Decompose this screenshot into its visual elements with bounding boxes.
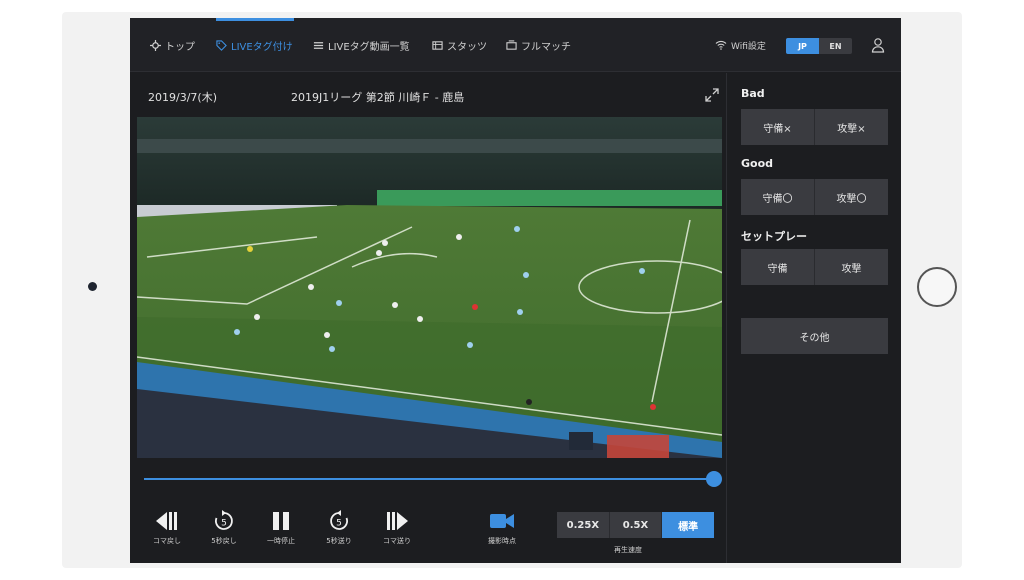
speed-025x-button[interactable]: 0.25X [557,512,610,538]
match-video-frame [137,117,722,458]
good-tag-row: 守備〇 攻撃〇 [741,179,888,215]
frame-forward-icon [387,512,408,530]
seek-bar[interactable] [144,478,716,480]
nav-label-live-tagging: LIVEタグ付け [231,41,293,53]
top-icon [150,39,161,51]
nav-item-live-tagging[interactable]: LIVEタグ付け [216,18,293,72]
lang-jp-button[interactable]: JP [786,38,819,54]
bad-tag-row: 守備× 攻撃× [741,109,888,145]
nav-item-stats[interactable]: スタッツ [432,18,487,72]
frame-forward-label: コマ送り [383,537,411,545]
nav-item-top[interactable]: トップ [150,18,195,72]
playback-speed-selector: 0.25X 0.5X 標準 [557,512,715,538]
video-player[interactable] [137,117,722,458]
good-attack-button[interactable]: 攻撃〇 [815,179,888,215]
wifi-icon [715,40,727,50]
forward-5s-button[interactable]: 5 5秒送り [314,510,364,546]
video-camera-icon [490,514,514,528]
tablet-home-button[interactable] [917,267,957,307]
match-title: 2019J1リーグ 第2節 川崎Ｆ - 鹿島 [291,91,465,104]
wifi-settings[interactable]: Wifi設定 [715,18,766,72]
user-icon[interactable] [871,37,885,53]
setplay-heading: セットプレー [741,230,807,243]
bad-attack-button[interactable]: 攻撃× [815,109,888,145]
speed-05x-button[interactable]: 0.5X [609,512,663,538]
frame-back-button[interactable]: コマ戻し [142,510,192,546]
rewind-5s-button[interactable]: 5 5秒戻し [199,510,249,546]
app-screen: トップ LIVEタグ付け LIVEタグ動画一覧 スタッツ フルマッチ Wifi設… [130,18,901,563]
forward-5s-seconds: 5 [336,519,342,529]
list-icon [313,41,324,49]
record-point-label: 撮影時点 [488,537,516,545]
pause-icon [273,512,289,530]
match-date: 2019/3/7(木) [148,91,217,104]
rewind-5s-label: 5秒戻し [211,537,237,545]
playback-speed-label: 再生速度 [614,546,642,554]
rewind-5s-seconds: 5 [221,519,227,529]
seek-handle[interactable] [706,471,722,487]
wifi-settings-label: Wifi設定 [731,41,766,52]
tablet-camera-dot [88,282,97,291]
forward-5s-label: 5秒送り [326,537,352,545]
record-point-button[interactable]: 撮影時点 [477,510,527,546]
pause-button[interactable]: 一時停止 [256,510,306,546]
frame-forward-button[interactable]: コマ送り [372,510,422,546]
nav-item-full-match[interactable]: フルマッチ [506,18,571,72]
setplay-tag-row: 守備 攻撃 [741,249,888,285]
stats-icon [432,40,443,50]
tag-panel: Bad 守備× 攻撃× Good 守備〇 攻撃〇 セットプレー 守備 攻撃 その… [728,73,901,563]
nav-label-live-video-list: LIVEタグ動画一覧 [328,41,410,53]
good-defense-button[interactable]: 守備〇 [741,179,815,215]
good-heading: Good [741,157,774,170]
other-tag-button[interactable]: その他 [741,318,888,354]
pause-label: 一時停止 [267,537,295,545]
forward-5s-icon: 5 [330,510,348,530]
nav-label-top: トップ [165,41,195,53]
nav-item-live-video-list[interactable]: LIVEタグ動画一覧 [313,18,410,72]
frame-back-label: コマ戻し [153,537,181,545]
tag-icon [216,39,227,51]
rewind-5s-icon: 5 [215,510,233,530]
bad-heading: Bad [741,87,765,100]
speed-normal-button[interactable]: 標準 [662,512,715,538]
nav-label-stats: スタッツ [447,41,487,53]
nav-label-full-match: フルマッチ [521,41,571,53]
top-nav: トップ LIVEタグ付け LIVEタグ動画一覧 スタッツ フルマッチ Wifi設… [130,18,901,72]
language-toggle: JP EN [786,38,852,54]
fullscreen-expand-icon[interactable] [704,87,720,103]
setplay-defense-button[interactable]: 守備 [741,249,815,285]
lang-en-button[interactable]: EN [819,38,852,54]
bad-defense-button[interactable]: 守備× [741,109,815,145]
video-panel: 2019/3/7(木) 2019J1リーグ 第2節 川崎Ｆ - 鹿島 コマ戻し … [130,73,727,563]
setplay-attack-button[interactable]: 攻撃 [815,249,888,285]
frame-back-icon [156,512,177,530]
video-icon [506,39,517,50]
